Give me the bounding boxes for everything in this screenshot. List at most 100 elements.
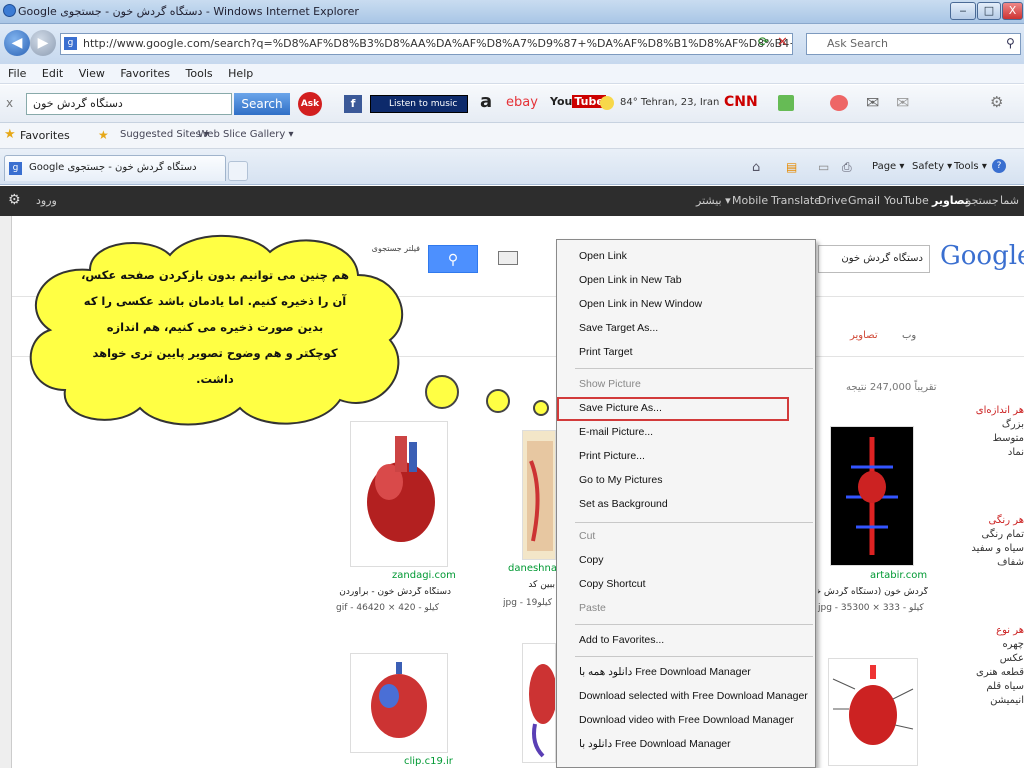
menu-favorites[interactable]: Favorites xyxy=(120,64,170,84)
menu-copy-shortcut[interactable]: Copy Shortcut xyxy=(579,578,646,590)
forward-button[interactable]: ▶ xyxy=(30,30,56,56)
gbar-gmail[interactable]: Gmail xyxy=(848,194,880,207)
toolbar-search-button[interactable]: Search xyxy=(234,93,290,115)
new-tab-button[interactable] xyxy=(228,161,248,181)
address-bar[interactable]: http://www.google.com/search?q=%D8%AF%D8… xyxy=(60,33,793,55)
gbar-images[interactable]: تصاویر xyxy=(932,194,969,207)
mail-icon[interactable]: ✉ xyxy=(896,93,909,112)
result-site[interactable]: clip.c19.ir xyxy=(404,756,453,767)
safety-menu[interactable]: Safety ▾ xyxy=(912,161,952,172)
menu-open-new-tab[interactable]: Open Link in New Tab xyxy=(579,274,682,286)
menu-view[interactable]: View xyxy=(79,64,105,84)
youtube-icon[interactable]: You Tube xyxy=(550,95,606,108)
toolbar-search-input[interactable]: دستگاه گردش خون xyxy=(26,93,232,115)
read-mail-icon[interactable]: ▭ xyxy=(818,160,829,174)
filter-item[interactable]: انیمیشن xyxy=(948,694,1024,708)
result-site[interactable]: zandagi.com xyxy=(392,570,456,581)
help-icon[interactable]: ? xyxy=(992,159,1006,173)
menu-open-new-window[interactable]: Open Link in New Window xyxy=(579,298,702,310)
minimize-button[interactable]: ‒ xyxy=(950,2,976,20)
stop-icon[interactable]: ✕ xyxy=(777,35,788,50)
close-toolbar-icon[interactable]: x xyxy=(6,96,13,110)
result-image-heart-4[interactable] xyxy=(350,653,448,753)
menu-set-background[interactable]: Set as Background xyxy=(579,498,668,510)
filter-item[interactable]: نماد xyxy=(948,446,1024,460)
menu-help[interactable]: Help xyxy=(228,64,253,84)
gbar-more[interactable]: بیشتر ▾ xyxy=(696,194,731,207)
menu-print-target[interactable]: Print Target xyxy=(579,346,633,358)
menu-file[interactable]: File xyxy=(8,64,26,84)
color-filter-title[interactable]: هر رنگی xyxy=(948,514,1024,528)
back-button[interactable]: ◀ xyxy=(4,30,30,56)
gear-icon[interactable]: ⚙ xyxy=(8,192,21,208)
gbar-drive[interactable]: Drive xyxy=(818,194,847,207)
search-button[interactable]: ⚲ xyxy=(428,245,478,273)
amazon-icon[interactable]: a xyxy=(480,91,492,112)
gbar-translate[interactable]: Translate xyxy=(771,194,821,207)
filter-item[interactable]: عکس xyxy=(948,652,1024,666)
keyboard-icon[interactable] xyxy=(498,251,518,265)
chat-icon[interactable]: ✉ xyxy=(866,93,879,112)
gbar-youtube[interactable]: YouTube xyxy=(884,194,929,207)
filter-item[interactable]: چهره xyxy=(948,638,1024,652)
menu-print-picture[interactable]: Print Picture... xyxy=(579,450,645,462)
cnn-icon[interactable]: CNN xyxy=(724,94,758,110)
result-site[interactable]: artabir.com xyxy=(870,570,927,581)
menu-email-picture[interactable]: E-mail Picture... xyxy=(579,426,653,438)
weather-text[interactable]: 84° Tehran, 23, Iran xyxy=(620,97,719,108)
filter-item[interactable]: سیاه قلم xyxy=(948,680,1024,694)
filter-item[interactable]: قطعه هنری xyxy=(948,666,1024,680)
signin-link[interactable]: ورود xyxy=(36,194,57,207)
suggested-sites[interactable]: Suggested Sites ▾ xyxy=(120,129,209,140)
games-icon[interactable] xyxy=(778,95,794,111)
size-filter-title[interactable]: هر اندازه‌ای xyxy=(948,404,1024,418)
favorites-button[interactable]: Favorites xyxy=(20,129,70,142)
maximize-button[interactable]: □ xyxy=(977,2,1001,20)
search-query-input[interactable]: دستگاه گردش خون xyxy=(818,245,930,273)
print-icon[interactable]: ⎙ xyxy=(842,160,852,175)
result-image-heart-1[interactable] xyxy=(350,421,448,567)
feeds-icon[interactable]: ▤ xyxy=(786,160,797,174)
home-icon[interactable]: ⌂ xyxy=(752,160,760,175)
menu-fdm-download-selected[interactable]: Download selected with Free Download Man… xyxy=(579,690,808,702)
page-menu[interactable]: Page ▾ xyxy=(872,161,904,172)
type-filter-title[interactable]: هر نوع xyxy=(948,624,1024,638)
listen-music-button[interactable]: Listen to music xyxy=(370,95,468,113)
add-favorites-icon[interactable]: ★ xyxy=(98,128,109,142)
result-image-heart-6[interactable] xyxy=(828,658,918,766)
gbar-search[interactable]: جستجو xyxy=(966,194,999,207)
result-image-heart-5[interactable] xyxy=(522,643,557,763)
tools-menu[interactable]: Tools ▾ xyxy=(954,161,987,172)
menu-my-pictures[interactable]: Go to My Pictures xyxy=(579,474,662,486)
menu-tools[interactable]: Tools xyxy=(186,64,213,84)
settings-icon[interactable]: ⚙ xyxy=(990,93,1003,111)
gbar-mobile[interactable]: Mobile xyxy=(732,194,768,207)
menu-save-target[interactable]: Save Target As... xyxy=(579,322,658,334)
refresh-icon[interactable]: ⟳ xyxy=(758,35,769,50)
tab-web[interactable]: وب xyxy=(902,330,916,341)
ask-icon[interactable]: Ask xyxy=(298,92,322,116)
filter-item[interactable]: تمام رنگی xyxy=(948,528,1024,542)
filter-item[interactable]: متوسط xyxy=(948,432,1024,446)
gbar-you[interactable]: شما xyxy=(1000,194,1019,207)
filter-item[interactable]: سیاه و سفید xyxy=(948,542,1024,556)
ebay-icon[interactable]: ebay xyxy=(506,95,538,110)
avatar-icon[interactable] xyxy=(830,95,848,111)
menu-add-favorites[interactable]: Add to Favorites... xyxy=(579,634,664,646)
search-icon[interactable]: ⚲ xyxy=(1006,36,1015,50)
result-image-heart-3[interactable] xyxy=(830,426,914,566)
filter-item[interactable]: بزرگ xyxy=(948,418,1024,432)
menu-fdm-download[interactable]: دانلود با Free Download Manager xyxy=(579,738,731,750)
google-logo[interactable]: Google xyxy=(940,241,1024,271)
vertical-scrollbar[interactable] xyxy=(0,216,12,768)
menu-copy[interactable]: Copy xyxy=(579,554,604,566)
web-slice-gallery[interactable]: Web Slice Gallery ▾ xyxy=(198,129,294,140)
tab-google-search[interactable]: g Google دستگاه گردش خون - جستجوی xyxy=(4,155,226,181)
close-button[interactable]: X xyxy=(1002,2,1023,20)
menu-open-link[interactable]: Open Link xyxy=(579,250,627,262)
ask-search-input[interactable]: Ask Search xyxy=(806,33,1021,55)
menu-save-picture[interactable]: Save Picture As... xyxy=(579,402,662,414)
menu-fdm-download-all[interactable]: دانلود همه با Free Download Manager xyxy=(579,666,751,678)
result-image-heart-2[interactable] xyxy=(522,430,556,560)
tab-images[interactable]: تصاویر xyxy=(850,330,878,341)
